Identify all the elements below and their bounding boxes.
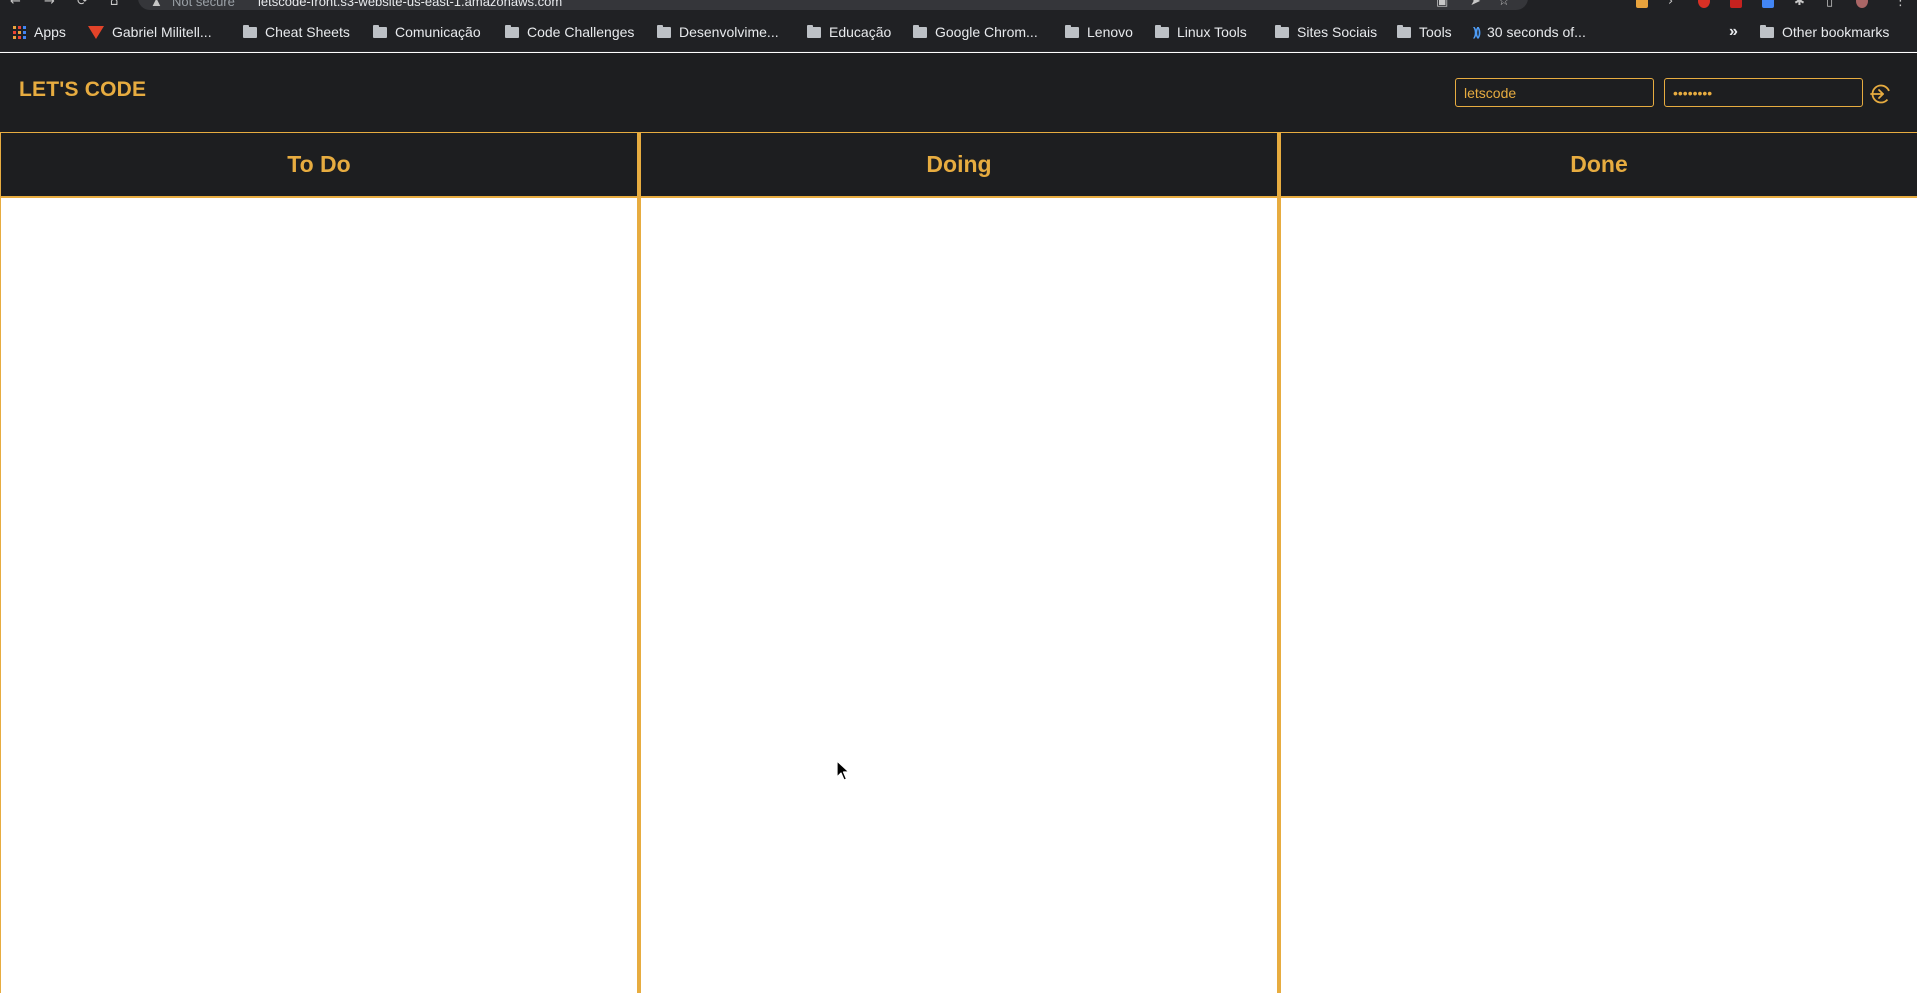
folder-icon — [1065, 24, 1079, 38]
translate-icon[interactable]: ▣ — [1436, 0, 1448, 9]
bookmark-folder[interactable]: Cheat Sheets — [243, 22, 350, 42]
column-title: Doing — [926, 151, 992, 177]
column-title: Done — [1570, 151, 1628, 177]
folder-icon — [1760, 24, 1774, 38]
column-doing: Doing — [639, 132, 1279, 993]
bookmark-label: Code Challenges — [527, 24, 635, 40]
star-icon[interactable]: ☆ — [1498, 0, 1510, 9]
brand-title: LET'S CODE — [19, 78, 147, 101]
bookmark-folder[interactable]: Educação — [807, 22, 891, 42]
app-header: LET'S CODE — [0, 53, 1917, 132]
warning-icon[interactable]: ▲ — [150, 0, 163, 9]
folder-icon — [1397, 24, 1411, 38]
bookmark-folder[interactable]: Comunicação — [373, 22, 481, 42]
folder-icon — [913, 24, 927, 38]
bookmark-label: Linux Tools — [1177, 24, 1247, 40]
bookmark-gitlab[interactable]: Gabriel Militell... — [88, 22, 212, 42]
column-header: To Do — [1, 132, 637, 198]
back-icon[interactable]: ← — [10, 0, 21, 9]
url-text[interactable]: letscode-front.s3-website-us-east-1.amaz… — [258, 0, 562, 9]
column-header: Doing — [641, 132, 1277, 198]
column-title: To Do — [287, 151, 351, 177]
home-icon[interactable]: ⌂ — [110, 0, 118, 9]
column-dropzone[interactable] — [1, 198, 637, 993]
column-done: Done — [1279, 132, 1917, 993]
bookmark-folder[interactable]: Code Challenges — [505, 22, 634, 42]
bookmark-label: Tools — [1419, 24, 1452, 40]
column-todo: To Do — [0, 132, 639, 993]
bookmark-label: 30 seconds of... — [1487, 24, 1586, 40]
bookmark-label: Other bookmarks — [1782, 24, 1890, 40]
login-button[interactable] — [1868, 82, 1892, 106]
folder-icon — [1275, 24, 1289, 38]
forward-icon[interactable]: → — [44, 0, 55, 9]
extension-icon[interactable] — [1636, 0, 1648, 8]
folder-icon — [373, 24, 387, 38]
thirty-seconds-icon: )() — [1473, 25, 1481, 39]
extension-icon[interactable] — [1698, 0, 1710, 8]
bookmark-folder[interactable]: Tools — [1397, 22, 1452, 42]
bookmark-30-seconds[interactable]: )() 30 seconds of... — [1473, 22, 1586, 42]
column-dropzone[interactable] — [641, 198, 1277, 993]
bookmark-label: Desenvolvime... — [679, 24, 779, 40]
bookmark-apps[interactable]: Apps — [13, 22, 66, 42]
security-label[interactable]: Not secure — [172, 0, 235, 9]
column-header: Done — [1281, 132, 1917, 198]
password-input[interactable] — [1664, 78, 1863, 107]
chevron-double-right-icon: » — [1729, 23, 1738, 40]
bookmarks-bar: Apps Gabriel Militell... Cheat Sheets Co… — [0, 12, 1917, 52]
browser-toolbar: ← → ⟳ ⌂ ▲ Not secure letscode-front.s3-w… — [0, 0, 1917, 12]
bookmark-label: Apps — [34, 24, 66, 40]
apps-grid-icon — [13, 25, 26, 39]
folder-icon — [505, 24, 519, 38]
login-icon — [1870, 84, 1891, 104]
kanban-board: To Do Doing Done — [0, 132, 1917, 993]
column-dropzone[interactable] — [1281, 198, 1917, 993]
bookmarks-overflow-button[interactable]: » — [1729, 22, 1738, 42]
puzzle-icon[interactable]: ✱ — [1794, 0, 1805, 9]
extension-icon[interactable] — [1730, 0, 1742, 8]
bookmark-label: Google Chrom... — [935, 24, 1038, 40]
extension-icon[interactable]: › — [1668, 0, 1673, 9]
avatar-icon[interactable] — [1856, 0, 1868, 8]
bookmark-label: Gabriel Militell... — [112, 24, 212, 40]
folder-icon — [657, 24, 671, 38]
folder-icon — [243, 24, 257, 38]
menu-icon[interactable]: ⋮ — [1894, 0, 1907, 9]
bookmark-folder[interactable]: Desenvolvime... — [657, 22, 779, 42]
bookmark-label: Educação — [829, 24, 892, 40]
bookmark-folder[interactable]: Sites Sociais — [1275, 22, 1377, 42]
other-bookmarks[interactable]: Other bookmarks — [1760, 22, 1889, 42]
username-input[interactable] — [1455, 78, 1654, 107]
extension-icon[interactable] — [1762, 0, 1774, 8]
sidebar-icon[interactable]: ▯ — [1826, 0, 1833, 9]
reload-icon[interactable]: ⟳ — [77, 0, 88, 9]
bookmark-folder[interactable]: Lenovo — [1065, 22, 1133, 42]
send-tab-icon[interactable]: ➤ — [1470, 0, 1481, 9]
bookmark-label: Lenovo — [1087, 24, 1133, 40]
bookmark-label: Sites Sociais — [1297, 24, 1378, 40]
bookmark-folder[interactable]: Google Chrom... — [913, 22, 1038, 42]
folder-icon — [1155, 24, 1169, 38]
gitlab-icon — [88, 25, 104, 39]
bookmark-label: Comunicação — [395, 24, 481, 40]
bookmark-label: Cheat Sheets — [265, 24, 350, 40]
folder-icon — [807, 24, 821, 38]
bookmark-folder[interactable]: Linux Tools — [1155, 22, 1247, 42]
